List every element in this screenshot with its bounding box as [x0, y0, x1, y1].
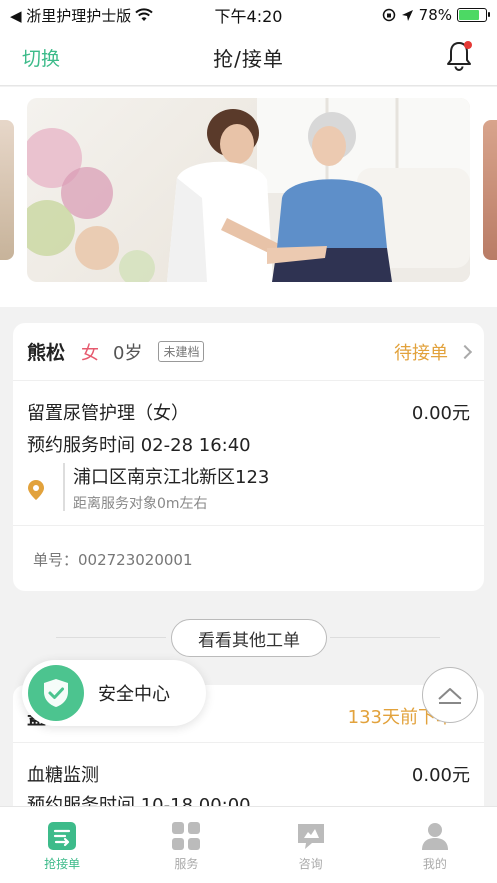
appointment-time: 预约服务时间 02-28 16:40 — [27, 435, 251, 456]
chevron-right-icon[interactable] — [457, 344, 473, 359]
divider-left — [56, 637, 166, 638]
banner-carousel[interactable] — [0, 87, 497, 307]
patient-gender: 女 — [81, 342, 100, 364]
order-grab-icon — [48, 822, 77, 850]
tab-label: 服务 — [174, 857, 199, 871]
order-number: 单号：002723020001 — [33, 551, 193, 569]
grid-icon — [172, 822, 201, 850]
service-name: 留置尿管护理（女） — [27, 403, 189, 424]
address-block: 浦口区南京江北新区123 距离服务对象0m左右 — [27, 459, 467, 519]
location-pin-icon — [28, 480, 44, 500]
tab-grab-order[interactable]: 抢接单 — [0, 807, 124, 883]
banner-next-slide[interactable] — [483, 120, 497, 260]
address-divider — [63, 463, 65, 511]
service-distance: 距离服务对象0m左右 — [73, 496, 208, 512]
bell-icon[interactable] — [445, 40, 473, 72]
battery-percent: 78% — [418, 6, 452, 24]
tab-label: 咨询 — [298, 857, 323, 871]
service-name-2: 血糖监测 — [27, 765, 99, 786]
service-address: 浦口区南京江北新区123 — [73, 467, 270, 488]
back-to-top-button[interactable] — [422, 667, 478, 723]
card-divider — [13, 525, 484, 526]
orientation-lock-icon — [382, 8, 395, 22]
divider-right — [330, 637, 440, 638]
tab-mine[interactable]: 我的 — [373, 807, 497, 883]
tab-consult[interactable]: 咨询 — [249, 807, 373, 883]
patient-age: 0岁 — [113, 342, 143, 364]
chat-icon — [297, 824, 324, 849]
nav-bar: 切换 抢/接单 — [0, 30, 497, 86]
battery-fill — [459, 10, 480, 20]
status-right: 78% — [382, 6, 490, 24]
chevron-up-icon — [438, 688, 462, 704]
tab-label: 我的 — [422, 857, 447, 871]
switch-button[interactable]: 切换 — [22, 44, 60, 71]
tab-label: 抢接单 — [44, 857, 81, 871]
appointment-row: 预约服务时间 02-28 16:40 — [27, 431, 470, 457]
safety-center-button[interactable]: 安全中心 — [22, 660, 206, 726]
service-row: 留置尿管护理（女） 0.00元 — [27, 399, 470, 425]
tab-bar: 抢接单 服务 咨询 我的 — [0, 806, 497, 883]
shield-check-icon — [28, 665, 84, 721]
location-arrow-icon — [401, 9, 413, 21]
patient-name: 熊松 — [27, 342, 66, 364]
banner-image[interactable] — [27, 98, 470, 282]
page-title: 抢/接单 — [213, 47, 284, 71]
order-card-header[interactable]: 熊松 女 0岁 未建档 待接单 — [13, 323, 484, 381]
banner-prev-slide[interactable] — [0, 120, 14, 260]
order-status: 待接单 — [394, 342, 448, 364]
notification-dot — [464, 41, 472, 49]
record-status-badge: 未建档 — [158, 341, 205, 362]
see-other-orders-button[interactable]: 看看其他工单 — [171, 619, 327, 657]
status-bar: ◀ 浙里护理护士版 下午4:20 78% — [0, 0, 497, 30]
order-card[interactable]: 熊松 女 0岁 未建档 待接单 留置尿管护理（女） 0.00元 预约服务时间 0… — [13, 323, 484, 591]
banner-photo — [27, 98, 470, 282]
service-row-2: 血糖监测 0.00元 — [27, 761, 470, 787]
safety-center-label: 安全中心 — [98, 684, 170, 705]
person-icon — [421, 823, 448, 850]
service-price: 0.00元 — [411, 403, 470, 424]
tab-service[interactable]: 服务 — [124, 807, 248, 883]
battery-icon — [457, 8, 490, 22]
service-price-2: 0.00元 — [411, 765, 470, 786]
